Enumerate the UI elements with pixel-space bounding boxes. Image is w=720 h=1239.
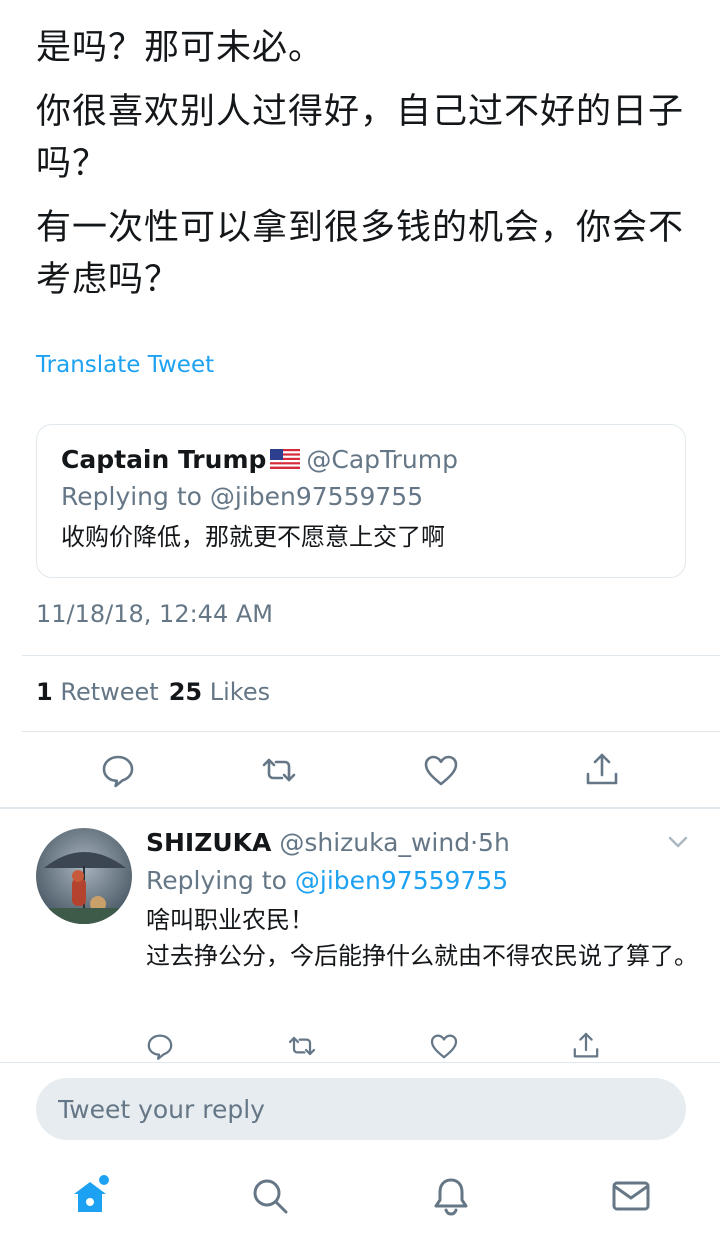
- reply-text-line: 啥叫职业农民！: [146, 906, 314, 934]
- tweet-stats: 1 Retweet 25 Likes: [36, 678, 270, 706]
- quoted-author-name: Captain Trump: [61, 445, 267, 474]
- like-label[interactable]: Likes: [210, 678, 270, 706]
- reply-action-bar: [0, 1030, 720, 1064]
- share-icon[interactable]: [582, 750, 622, 790]
- messages-icon[interactable]: [609, 1174, 653, 1218]
- reply-time: 5h: [478, 828, 510, 857]
- search-icon[interactable]: [248, 1174, 292, 1218]
- tweet-paragraph: 是吗？那可未必。: [36, 28, 325, 68]
- retweet-icon[interactable]: [286, 1030, 318, 1062]
- share-icon[interactable]: [570, 1030, 602, 1062]
- divider: [0, 807, 720, 809]
- reply-compose-box[interactable]: [36, 1078, 686, 1140]
- reply-author-handle[interactable]: @shizuka_wind: [279, 828, 470, 857]
- us-flag-icon: [270, 449, 301, 469]
- reply-content: SHIZUKA @shizuka_wind·5h Replying to @ji…: [146, 826, 706, 974]
- replying-mention-link[interactable]: @jiben97559755: [295, 866, 508, 895]
- tweet-action-bar: [0, 750, 720, 794]
- reply-text: 啥叫职业农民！ 过去挣公分，今后能挣什么就由不得农民说了算了。: [146, 902, 706, 974]
- home-icon[interactable]: [68, 1174, 112, 1218]
- divider: [0, 1062, 720, 1063]
- quoted-replying-to: Replying to @jiben97559755: [61, 482, 424, 511]
- replying-prefix: Replying to: [146, 866, 287, 895]
- like-count: 25: [168, 678, 203, 706]
- quoted-author-handle: @CapTrump: [306, 445, 458, 474]
- reply-replying-to: Replying to @jiben97559755: [146, 860, 706, 902]
- quoted-tweet-header: Captain Trump @CapTrump: [61, 443, 661, 477]
- tweet-body: 是吗？那可未必。 你很喜欢别人过得好，自己过不好的日子吗？ 有一次性可以拿到很多…: [36, 22, 686, 318]
- reply-icon[interactable]: [144, 1030, 176, 1062]
- translate-tweet-link[interactable]: Translate Tweet: [36, 352, 214, 378]
- chevron-down-icon[interactable]: [666, 834, 690, 850]
- tweet-paragraph: 你很喜欢别人过得好，自己过不好的日子吗？: [36, 92, 685, 184]
- divider: [22, 655, 720, 656]
- reply-text-line: 过去挣公分，今后能挣什么就由不得农民说了算了。: [146, 942, 698, 970]
- bottom-tab-bar: [0, 1156, 720, 1239]
- divider: [22, 731, 720, 732]
- retweet-icon[interactable]: [259, 750, 299, 790]
- reply-author-name[interactable]: SHIZUKA: [146, 828, 271, 857]
- avatar[interactable]: [36, 828, 132, 924]
- retweet-count: 1: [36, 678, 53, 706]
- separator-dot: ·: [470, 828, 479, 857]
- reply-input[interactable]: [58, 1078, 686, 1140]
- retweet-label[interactable]: Retweet: [60, 678, 158, 706]
- like-icon[interactable]: [421, 750, 461, 790]
- reply-icon[interactable]: [98, 750, 138, 790]
- reply-header: SHIZUKA @shizuka_wind·5h: [146, 826, 706, 860]
- notifications-icon[interactable]: [429, 1174, 473, 1218]
- quoted-tweet-text: 收购价降低，那就更不愿意上交了啊: [61, 523, 445, 551]
- tweet-timestamp: 11/18/18, 12:44 AM: [36, 600, 273, 628]
- quoted-tweet-card[interactable]: Captain Trump @CapTrump Replying to @jib…: [36, 424, 686, 578]
- tweet-paragraph: 有一次性可以拿到很多钱的机会，你会不考虑吗？: [36, 208, 685, 300]
- like-icon[interactable]: [428, 1030, 460, 1062]
